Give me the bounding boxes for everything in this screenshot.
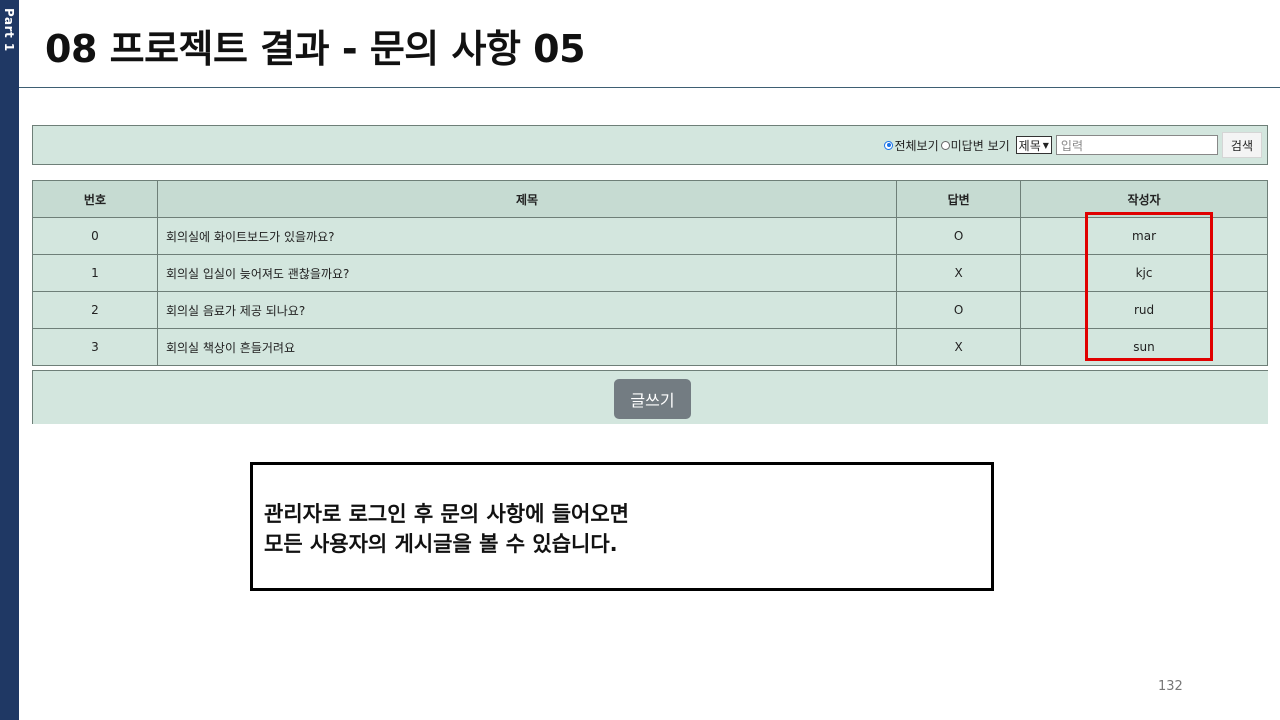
cell-no: 0: [32, 217, 158, 255]
note-line-2: 모든 사용자의 게시글을 볼 수 있습니다.: [264, 532, 618, 556]
search-field-select[interactable]: 제목 ▼: [1015, 136, 1052, 154]
chevron-down-icon: ▼: [1042, 140, 1049, 150]
search-button[interactable]: 검색: [1221, 132, 1262, 158]
cell-title[interactable]: 회의실에 화이트보드가 있을까요?: [156, 217, 898, 255]
cell-answer: O: [896, 291, 1022, 329]
cell-title[interactable]: 회의실 입실이 늦어져도 괜찮을까요?: [156, 254, 898, 292]
title-divider: [19, 87, 1280, 88]
write-button[interactable]: 글쓰기: [614, 379, 691, 419]
author-highlight-box: [1085, 212, 1213, 361]
header-answer: 답변: [896, 180, 1022, 218]
search-input[interactable]: 입력: [1055, 135, 1218, 155]
cell-no: 1: [32, 254, 158, 292]
cell-answer: O: [896, 217, 1022, 255]
radio-unanswered[interactable]: [940, 140, 950, 150]
note-box: 관리자로 로그인 후 문의 사항에 들어오면 모든 사용자의 게시글을 볼 수 …: [250, 462, 994, 591]
note-text: 관리자로 로그인 후 문의 사항에 들어오면 모든 사용자의 게시글을 볼 수 …: [264, 499, 629, 559]
page-title: 08 프로젝트 결과 - 문의 사항 05: [45, 27, 586, 71]
table-header-row: 번호 제목 답변 작성자: [32, 180, 1268, 218]
search-bar: 전체보기 미답변 보기 제목 ▼ 입력 검색: [32, 125, 1268, 165]
cell-title[interactable]: 회의실 책상이 흔들거려요: [156, 328, 898, 366]
table-row[interactable]: 0 회의실에 화이트보드가 있을까요? O mar: [32, 217, 1268, 255]
table-row[interactable]: 2 회의실 음료가 제공 되나요? O rud: [32, 291, 1268, 329]
filter-group: 전체보기 미답변 보기 제목 ▼ 입력 검색: [884, 132, 1262, 158]
cell-no: 2: [32, 291, 158, 329]
cell-answer: X: [896, 328, 1022, 366]
part-label: Part 1: [2, 8, 16, 52]
write-bar: 글쓰기: [32, 370, 1268, 424]
cell-answer: X: [896, 254, 1022, 292]
search-placeholder: 입력: [1060, 138, 1083, 153]
note-line-1: 관리자로 로그인 후 문의 사항에 들어오면: [264, 502, 629, 526]
radio-unanswered-label: 미답변 보기: [950, 138, 1010, 153]
slide-sidebar: Part 1: [0, 0, 19, 720]
table-row[interactable]: 3 회의실 책상이 흔들거려요 X sun: [32, 328, 1268, 366]
cell-title[interactable]: 회의실 음료가 제공 되나요?: [156, 291, 898, 329]
page-number: 132: [1158, 679, 1183, 694]
header-no: 번호: [32, 180, 158, 218]
radio-all[interactable]: [884, 140, 894, 150]
inquiry-table: 번호 제목 답변 작성자 0 회의실에 화이트보드가 있을까요? O mar 1…: [32, 180, 1268, 366]
table-row[interactable]: 1 회의실 입실이 늦어져도 괜찮을까요? X kjc: [32, 254, 1268, 292]
select-value: 제목: [1018, 138, 1041, 153]
cell-no: 3: [32, 328, 158, 366]
radio-all-label: 전체보기: [894, 138, 939, 153]
header-title: 제목: [156, 180, 898, 218]
